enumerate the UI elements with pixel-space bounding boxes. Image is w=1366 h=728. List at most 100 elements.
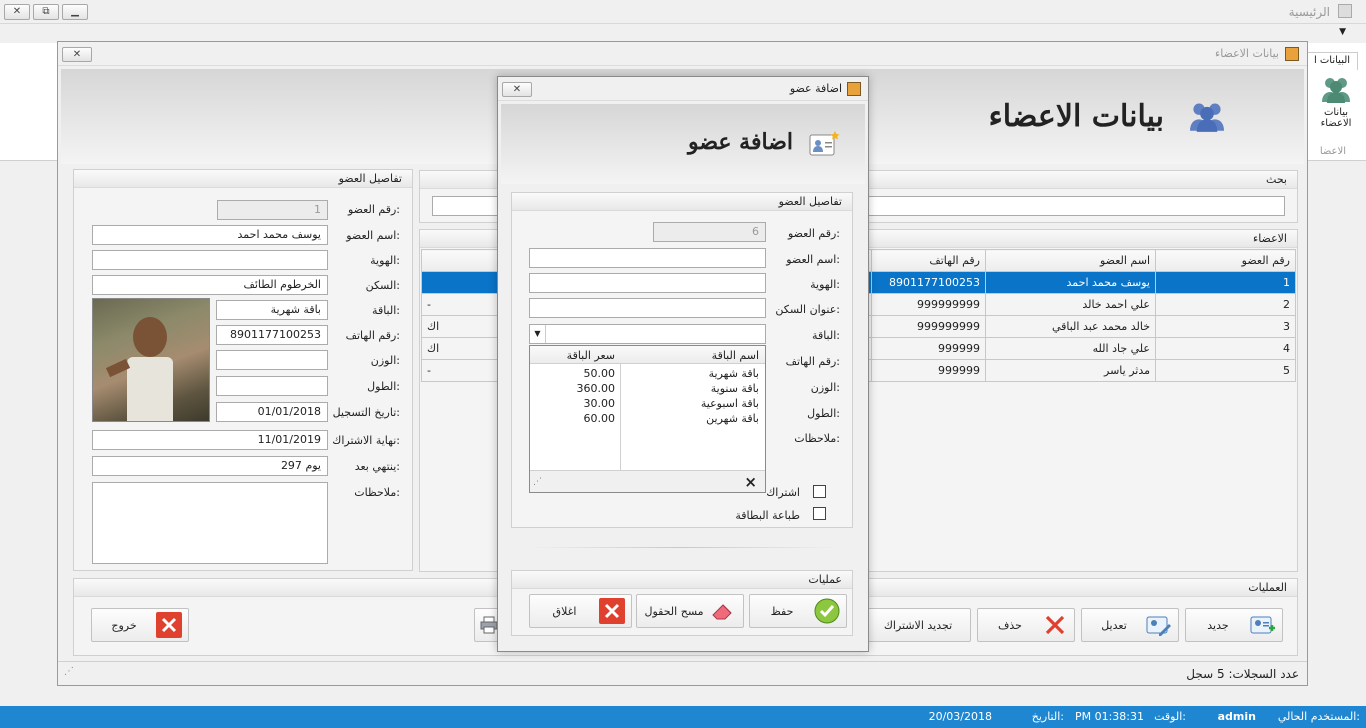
- chevron-down-icon[interactable]: ▼: [1339, 27, 1346, 37]
- members-window-title: بيانات الاعضاء: [1215, 47, 1279, 60]
- close-icon: [599, 598, 625, 624]
- reg-date-field[interactable]: 01/01/2018: [216, 402, 328, 422]
- label-weight: الوزن:: [370, 354, 400, 367]
- col-phone[interactable]: رقم الهاتف: [871, 249, 986, 272]
- cell-id: 4: [1155, 337, 1296, 360]
- app-close-button[interactable]: ✕: [4, 4, 30, 20]
- label-identity: الهوية:: [370, 254, 400, 267]
- save-button[interactable]: حفظ: [749, 594, 847, 628]
- new-button-label: جديد: [1207, 618, 1229, 632]
- status-bar: المستخدم الحالي: admin الوقت: PM 01:38:3…: [0, 706, 1366, 728]
- dialog-member-id-field: 6: [653, 222, 766, 242]
- delete-button[interactable]: حذف: [977, 608, 1075, 642]
- dropdown-col-price[interactable]: سعر الباقة: [567, 349, 615, 362]
- app-minimize-button[interactable]: ▁: [62, 4, 88, 20]
- edit-button-label: تعديل: [1101, 618, 1127, 632]
- members-close-button[interactable]: ✕: [62, 47, 92, 62]
- subscription-checkbox[interactable]: [813, 485, 826, 498]
- member-details-group: تفاصيل العضو رقم العضو: 1 اسم العضو: يوس…: [73, 169, 413, 571]
- residence-field[interactable]: الخرطوم الطائف: [92, 275, 328, 295]
- weight-field[interactable]: [216, 350, 328, 370]
- delete-icon: [1042, 612, 1068, 638]
- cell-id: 5: [1155, 359, 1296, 382]
- ribbon-tab[interactable]: البيانات ا: [1306, 52, 1358, 70]
- dialog-address-field[interactable]: [529, 298, 766, 318]
- resize-grip-icon[interactable]: ⋰: [533, 477, 542, 487]
- notes-textarea[interactable]: [92, 482, 328, 564]
- new-button[interactable]: جديد: [1185, 608, 1283, 642]
- clear-fields-button[interactable]: مسح الحقول: [636, 594, 744, 628]
- app-icon: [1338, 4, 1352, 18]
- app-restore-button[interactable]: ⧉: [33, 4, 59, 20]
- label-notes: ملاحظات:: [354, 486, 400, 499]
- sub-end-field[interactable]: 11/01/2019: [92, 430, 328, 450]
- dropdown-row[interactable]: باقة شهرين 60.00: [530, 411, 765, 426]
- dialog-package-select[interactable]: [529, 324, 766, 344]
- date-value: 20/03/2018: [928, 710, 992, 723]
- cell-id: 2: [1155, 293, 1296, 316]
- dialog-ops-group-title: عمليات: [512, 571, 852, 589]
- dialog-ops-group: عمليات حفظ مسح الحقول اغلاق: [511, 570, 853, 636]
- package-field[interactable]: باقة شهرية: [216, 300, 328, 320]
- current-user-value: admin: [1217, 710, 1256, 723]
- member-name-field[interactable]: يوسف محمد احمد: [92, 225, 328, 245]
- check-icon: [814, 598, 840, 624]
- cell-phone: 999999: [871, 337, 986, 360]
- label-ends-after: ينتهي بعد:: [354, 460, 400, 473]
- ribbon-members-button[interactable]: بيانات الاعضاء: [1310, 70, 1362, 142]
- date-label: التاريخ:: [1031, 710, 1064, 723]
- current-user-label: المستخدم الحالي:: [1277, 710, 1360, 723]
- cell-name: يوسف محمد احمد: [985, 271, 1156, 294]
- label-dialog-address: عنوان السكن:: [775, 303, 840, 316]
- cell-phone: 999999999: [871, 315, 986, 338]
- dropdown-row[interactable]: باقة سنوية 360.00: [530, 381, 765, 396]
- col-member-name[interactable]: اسم العضو: [985, 249, 1156, 272]
- label-dialog-height: الطول:: [807, 407, 840, 420]
- close-button[interactable]: اغلاق: [529, 594, 632, 628]
- close-icon[interactable]: ×: [744, 473, 757, 491]
- exit-button[interactable]: خروج: [91, 608, 189, 642]
- dropdown-col-name[interactable]: اسم الباقة: [712, 349, 759, 362]
- dialog-titlebar: ✕ اضافة عضو: [498, 77, 868, 101]
- dialog-close-button[interactable]: ✕: [502, 82, 532, 97]
- edit-button[interactable]: تعديل: [1081, 608, 1179, 642]
- label-member-name: اسم العضو:: [346, 229, 400, 242]
- add-user-icon: [1250, 612, 1276, 638]
- print-card-checkbox[interactable]: [813, 507, 826, 520]
- col-member-id[interactable]: رقم العضو: [1155, 249, 1296, 272]
- label-residence: السكن:: [365, 279, 400, 292]
- dialog-header-title: اضافة عضو: [687, 129, 793, 155]
- cell-phone: 8901177100253: [871, 271, 986, 294]
- cell-name: علي جاد الله: [985, 337, 1156, 360]
- member-details-group-title: تفاصيل العضو: [74, 170, 412, 188]
- phone-field[interactable]: 8901177100253: [216, 325, 328, 345]
- cell-id: 3: [1155, 315, 1296, 338]
- renew-subscription-button[interactable]: تجديد الاشتراك: [865, 608, 971, 642]
- add-member-dialog: ✕ اضافة عضو اضافة عضو تفاصيل العضو رقم ا…: [497, 76, 869, 652]
- save-button-label: حفظ: [770, 604, 794, 618]
- cell-id: 1: [1155, 271, 1296, 294]
- package-dropdown-arrow[interactable]: ▼: [530, 325, 546, 343]
- members-header-title: بيانات الاعضاء: [988, 99, 1164, 134]
- ends-after-field[interactable]: 297 يوم: [92, 456, 328, 476]
- renew-button-label: تجديد الاشتراك: [883, 618, 953, 632]
- time-value: PM 01:38:31: [1074, 710, 1144, 723]
- identity-field[interactable]: [92, 250, 328, 270]
- package-price: 360.00: [576, 382, 616, 395]
- height-field[interactable]: [216, 376, 328, 396]
- edit-user-icon: [1146, 612, 1172, 638]
- app-titlebar: ✕ ⧉ ▁ الرئيسية: [0, 0, 1366, 24]
- cell-name: مدثر ياسر: [985, 359, 1156, 382]
- dropdown-row[interactable]: باقة شهرية 50.00: [530, 366, 765, 381]
- dialog-identity-field[interactable]: [529, 273, 766, 293]
- window-icon: [847, 82, 861, 96]
- resize-grip-icon[interactable]: ⋰: [64, 666, 74, 677]
- members-status-bar: عدد السجلات: 5 سجل ⋰: [58, 661, 1307, 685]
- member-photo: [92, 298, 210, 422]
- dropdown-row[interactable]: باقة اسبوعية 30.00: [530, 396, 765, 411]
- dialog-details-group: تفاصيل العضو رقم العضو: 6 اسم العضو: اله…: [511, 192, 853, 528]
- package-name: باقة اسبوعية: [700, 397, 759, 410]
- package-price: 30.00: [583, 397, 616, 410]
- dialog-name-field[interactable]: [529, 248, 766, 268]
- label-dialog-phone: رقم الهاتف:: [785, 355, 840, 368]
